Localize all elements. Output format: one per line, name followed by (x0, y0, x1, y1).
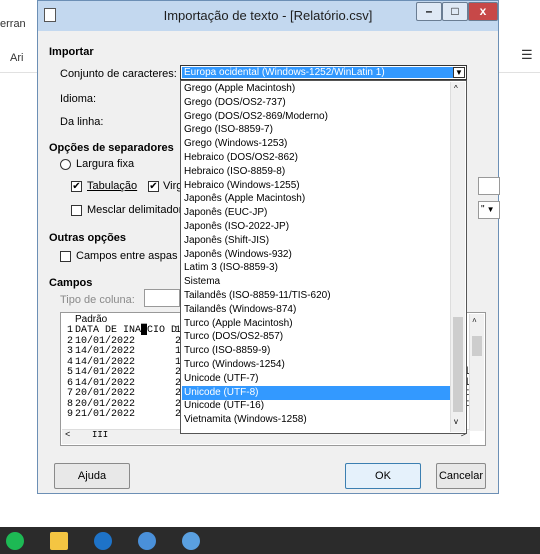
row-number: 5 (66, 367, 73, 378)
dropdown-option[interactable]: Unicode (UTF-16) (182, 399, 452, 413)
dropdown-option[interactable]: Grego (DOS/OS2-869/Moderno) (182, 110, 452, 124)
preview-vscroll[interactable]: ^ (469, 314, 484, 431)
preview-vscroll-thumb[interactable] (472, 336, 482, 356)
taskbar (0, 527, 540, 554)
tabulacao-label: Tabulação (87, 180, 138, 192)
mesclar-checkbox[interactable] (71, 205, 82, 216)
spotify-icon[interactable] (6, 532, 24, 550)
chevron-down-icon[interactable]: v (454, 417, 458, 426)
charset-select[interactable]: Europa ocidental (Windows-1252/WinLatin … (180, 65, 467, 80)
quote-value: " (481, 204, 485, 215)
dropdown-option[interactable]: Grego (DOS/OS2-737) (182, 96, 452, 110)
list-icon[interactable]: ☰ (521, 47, 533, 63)
importar-heading: Importar (49, 46, 94, 58)
table-row: 14/01/2022 (75, 377, 136, 389)
dropdown-option[interactable]: Grego (Apple Macintosh) (182, 82, 452, 96)
idioma-label: Idioma: (60, 93, 97, 105)
row-number: 3 (66, 346, 73, 357)
row-number: 9 (66, 409, 73, 420)
table-row: 14/01/2022 (75, 356, 136, 368)
dropdown-option[interactable]: Japonês (Shift-JIS) (182, 234, 452, 248)
background-tab-label-1: erran (0, 18, 26, 30)
tipo-coluna-select[interactable] (144, 289, 180, 307)
dropdown-option[interactable]: Sistema (182, 275, 452, 289)
background-tab-label-2: Ari (10, 52, 24, 64)
campos-aspas-checkbox[interactable] (60, 251, 71, 262)
dropdown-option[interactable]: Japonês (EUC-JP) (182, 206, 452, 220)
ajuda-button[interactable]: Ajuda (54, 463, 130, 489)
chevron-up-icon[interactable]: ^ (472, 318, 477, 327)
table-row: 14/01/2022 (75, 346, 136, 357)
edge-icon[interactable] (94, 532, 112, 550)
ok-button[interactable]: OK (345, 463, 421, 489)
row-number: 8 (66, 398, 73, 410)
dropdown-option[interactable]: Turco (ISO-8859-9) (182, 344, 452, 358)
dropdown-vscroll[interactable]: ^ v (450, 82, 465, 432)
table-row: 14/01/2022 (75, 367, 136, 378)
dropdown-option[interactable]: Grego (Windows-1253) (182, 137, 452, 151)
chrome-icon[interactable] (138, 532, 156, 550)
other-separator-field[interactable] (478, 177, 500, 195)
file-explorer-icon[interactable] (50, 532, 68, 550)
tipo-coluna-label: Tipo de coluna: (60, 294, 135, 306)
chevron-up-icon[interactable]: ^ (454, 84, 458, 93)
dropdown-option[interactable]: Unicode (UTF-7) (182, 372, 452, 386)
charset-dropdown-list[interactable]: Grego (Apple Macintosh) Grego (DOS/OS2-73… (180, 80, 467, 434)
column-header[interactable]: Padrão (75, 314, 107, 325)
row-number: 7 (66, 388, 73, 399)
dropdown-option[interactable]: Unicode (UTF-8) (182, 385, 452, 400)
dropdown-option[interactable]: Latim 3 (ISO-8859-3) (182, 261, 452, 275)
largura-fixa-radio[interactable] (60, 159, 71, 170)
separadores-heading: Opções de separadores (49, 142, 174, 154)
dropdown-option[interactable]: Japonês (Windows-932) (182, 248, 452, 262)
table-row: 20/01/2022 (75, 388, 136, 399)
quote-select[interactable]: " ▼ (478, 201, 500, 219)
table-row: 20/01/2022 (75, 398, 136, 410)
dropdown-option[interactable]: Turco (Windows-1254) (182, 358, 452, 372)
dropdown-option[interactable]: Hebraico (Windows-1255) (182, 179, 452, 193)
cancelar-button[interactable]: Cancelar (436, 463, 486, 489)
dropdown-scroll-thumb[interactable] (453, 317, 463, 412)
row-number: 1 (66, 325, 73, 336)
dropdown-option[interactable]: Hebraico (ISO-8859-8) (182, 165, 452, 179)
dropdown-option[interactable]: Turco (DOS/OS2-857) (182, 330, 452, 344)
mesclar-label: Mesclar delimitadore (87, 204, 189, 216)
dropdown-option[interactable]: Tailandês (Windows-874) (182, 303, 452, 317)
close-button[interactable]: x (468, 2, 498, 21)
chrome-alt-icon[interactable] (182, 532, 200, 550)
charset-label: Conjunto de caracteres: (60, 68, 177, 80)
chevron-down-icon: ▼ (486, 205, 495, 214)
maximize-button[interactable]: □ (442, 2, 468, 21)
dropdown-option[interactable]: Japonês (Apple Macintosh) (182, 192, 452, 206)
campos-heading: Campos (49, 277, 93, 289)
dropdown-option[interactable]: Tailandês (ISO-8859-11/TIS-620) (182, 289, 452, 303)
chevron-down-icon[interactable]: ▼ (453, 67, 465, 78)
charset-select-value: Europa ocidental (Windows-1252/WinLatin … (182, 67, 454, 78)
table-row: 10/01/2022 (75, 335, 136, 347)
outras-heading: Outras opções (49, 232, 127, 244)
chevron-left-icon[interactable]: < (65, 430, 70, 440)
hscroll-thumb[interactable]: III (92, 430, 108, 440)
largura-fixa-label: Largura fixa (76, 158, 135, 170)
virgula-checkbox[interactable]: ✔ (148, 181, 159, 192)
dropdown-option[interactable]: Vietnamita (Windows-1258) (182, 413, 452, 427)
minimize-button[interactable]: – (416, 2, 442, 21)
row-number: 6 (66, 377, 73, 389)
campos-aspas-label: Campos entre aspas co (76, 250, 193, 262)
table-row: 21/01/2022 (75, 409, 136, 420)
dropdown-option[interactable]: Turco (Apple Macintosh) (182, 317, 452, 331)
dropdown-option[interactable]: Japonês (ISO-2022-JP) (182, 220, 452, 234)
row-number: 4 (66, 356, 73, 368)
dropdown-option[interactable]: Hebraico (DOS/OS2-862) (182, 151, 452, 165)
table-row: DATA DE INA█CIO D (75, 325, 178, 336)
row-number: 2 (66, 335, 73, 347)
dropdown-option[interactable]: Grego (ISO-8859-7) (182, 123, 452, 137)
da-linha-label: Da linha: (60, 116, 104, 128)
tabulacao-checkbox[interactable]: ✔ (71, 181, 82, 192)
